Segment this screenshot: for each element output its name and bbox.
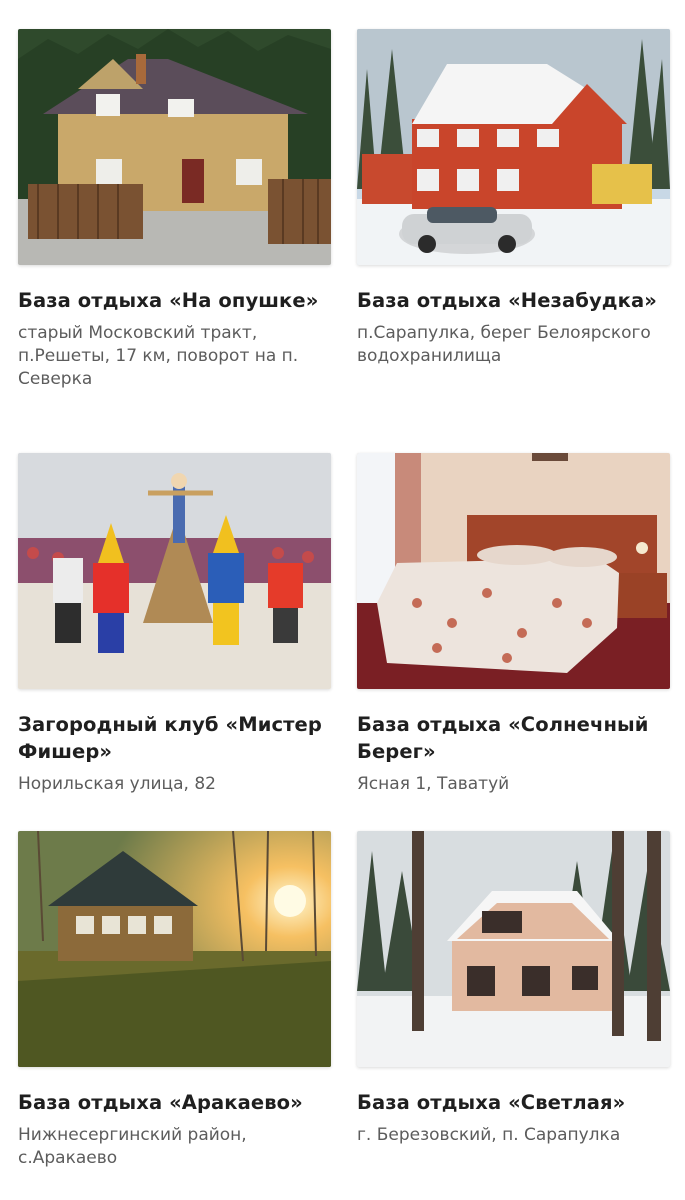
listing-photo-festival[interactable]: [18, 453, 331, 689]
listings-grid: База отдыха «На опушке» старый Московски…: [0, 0, 685, 1200]
listing-card-na-opushke[interactable]: База отдыха «На опушке» старый Московски…: [18, 29, 331, 391]
listing-photo-cottage-winter[interactable]: [357, 831, 670, 1067]
listing-photo-bedroom[interactable]: [357, 453, 670, 689]
listing-card-solnechny-bereg[interactable]: База отдыха «Солнечный Берег» Ясная 1, Т…: [357, 453, 670, 796]
listing-photo-red-house-winter[interactable]: [357, 29, 670, 265]
listing-address: Норильская улица, 82: [18, 774, 216, 794]
listing-address: Нижнесергинский район, с.Аракаево: [18, 1125, 247, 1168]
listing-address: старый Московский тракт, п.Решеты, 17 км…: [18, 323, 299, 389]
listing-card-nezabudka[interactable]: База отдыха «Незабудка» п.Сарапулка, бер…: [357, 29, 670, 368]
listing-card-arakaevo[interactable]: База отдыха «Аракаево» Нижнесергинский р…: [18, 831, 331, 1170]
listing-title[interactable]: База отдыха «Светлая»: [357, 1089, 670, 1116]
listing-title[interactable]: База отдыха «Незабудка»: [357, 287, 670, 314]
listing-title[interactable]: Загородный клуб «Мистер Фишер»: [18, 711, 331, 765]
listing-photo-brick-house[interactable]: [18, 29, 331, 265]
listing-address: п.Сарапулка, берег Белоярского водохрани…: [357, 323, 651, 366]
listing-address: г. Березовский, п. Сарапулка: [357, 1125, 621, 1145]
listing-card-mister-fisher[interactable]: Загородный клуб «Мистер Фишер» Норильска…: [18, 453, 331, 796]
listing-title[interactable]: База отдыха «На опушке»: [18, 287, 331, 314]
listing-title[interactable]: База отдыха «Аракаево»: [18, 1089, 331, 1116]
listing-title[interactable]: База отдыха «Солнечный Берег»: [357, 711, 670, 765]
listing-photo-gazebo-sunset[interactable]: [18, 831, 331, 1067]
listing-card-svetlaya[interactable]: База отдыха «Светлая» г. Березовский, п.…: [357, 831, 670, 1147]
listing-address: Ясная 1, Таватуй: [357, 774, 510, 794]
